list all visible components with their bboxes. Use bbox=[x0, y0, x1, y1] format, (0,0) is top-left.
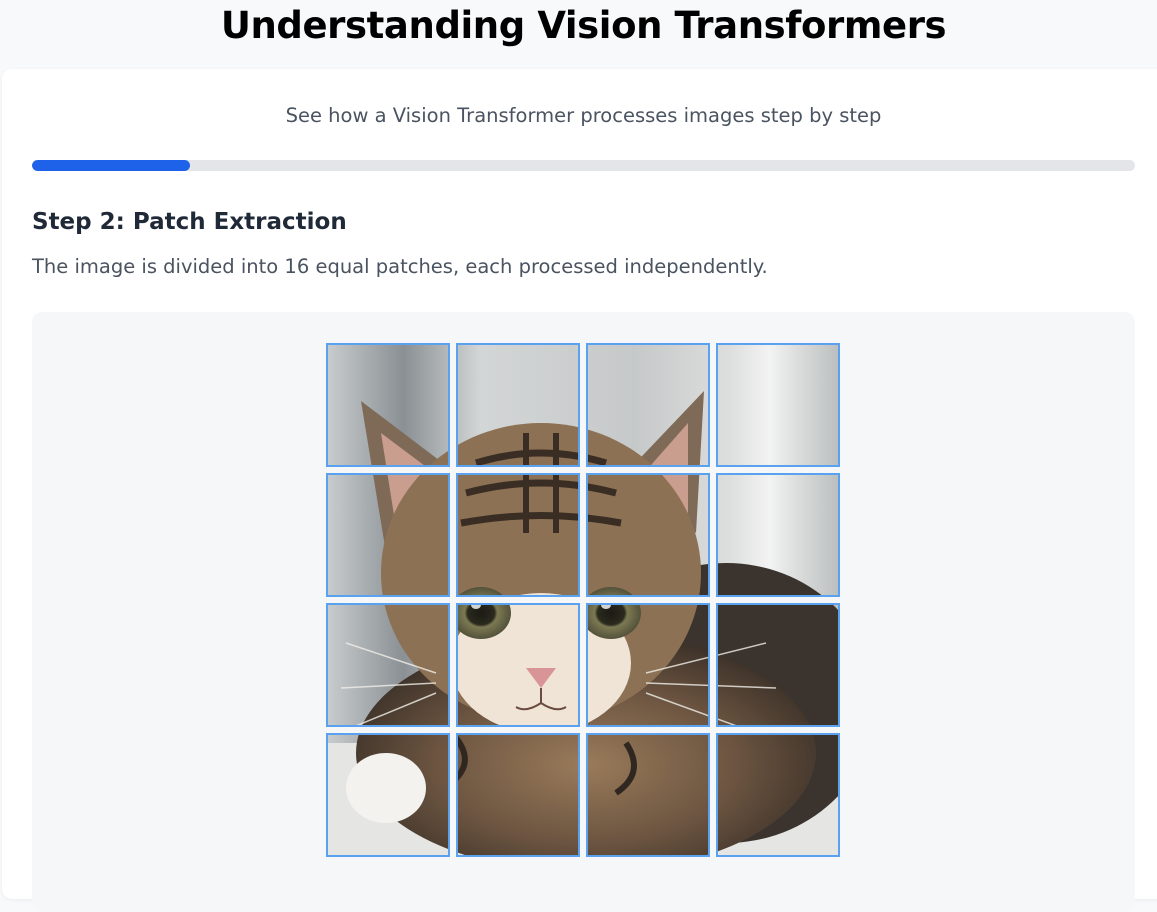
image-patch-9 bbox=[326, 603, 450, 727]
image-patch-1 bbox=[326, 343, 450, 467]
image-patch-8 bbox=[716, 473, 840, 597]
image-patch-15 bbox=[586, 733, 710, 857]
image-patch-10 bbox=[456, 603, 580, 727]
image-patch-7 bbox=[586, 473, 710, 597]
image-patch-14 bbox=[456, 733, 580, 857]
step-heading: Step 2: Patch Extraction bbox=[32, 209, 347, 235]
image-patch-5 bbox=[326, 473, 450, 597]
image-patch-4 bbox=[716, 343, 840, 467]
progress-bar-fill bbox=[32, 160, 190, 171]
image-patch-2 bbox=[456, 343, 580, 467]
progress-bar bbox=[32, 160, 1135, 171]
image-patch-16 bbox=[716, 733, 840, 857]
patch-grid bbox=[326, 343, 842, 859]
image-patch-3 bbox=[586, 343, 710, 467]
page-subtitle: See how a Vision Transformer processes i… bbox=[285, 104, 882, 127]
step-description: The image is divided into 16 equal patch… bbox=[32, 255, 768, 278]
image-patch-6 bbox=[456, 473, 580, 597]
image-patch-12 bbox=[716, 603, 840, 727]
page-title: Understanding Vision Transformers bbox=[220, 4, 947, 47]
image-patch-11 bbox=[586, 603, 710, 727]
image-patch-13 bbox=[326, 733, 450, 857]
